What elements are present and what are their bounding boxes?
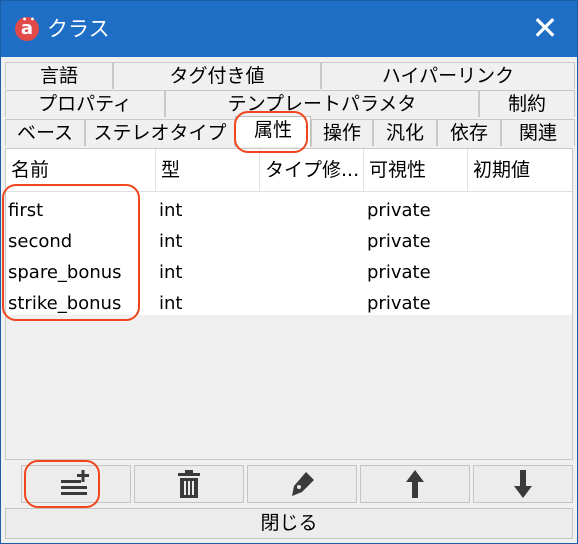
tab-template-parameters[interactable]: テンプレートパラメタ: [165, 90, 479, 117]
column-header-type-modifier[interactable]: タイプ修...: [260, 149, 364, 191]
attribute-type: int: [159, 262, 183, 283]
tab-language[interactable]: 言語: [5, 62, 113, 89]
arrow-up-icon: [406, 470, 424, 498]
window-title: クラス: [47, 17, 110, 41]
tab-properties[interactable]: プロパティ: [5, 90, 165, 117]
tab-stereotype[interactable]: ステレオタイプ: [85, 119, 235, 146]
table-row[interactable]: second int private: [6, 226, 572, 257]
class-dialog: • • a クラス ✕ 言語 タグ付き値 ハイパーリンク プロパティ テンプレート…: [0, 0, 578, 544]
table-row[interactable]: first int private: [6, 195, 572, 226]
attribute-visibility: private: [367, 231, 431, 252]
column-header-type[interactable]: 型: [156, 149, 260, 191]
attribute-toolbar: [5, 465, 573, 505]
tab-attributes[interactable]: 属性: [235, 116, 311, 147]
move-down-button[interactable]: [473, 465, 573, 503]
tab-generalization[interactable]: 汎化: [373, 119, 437, 146]
tab-row-2: プロパティ テンプレートパラメタ 制約: [5, 90, 575, 118]
tab-row-1: 言語 タグ付き値 ハイパーリンク: [5, 62, 575, 90]
attribute-visibility: private: [367, 200, 431, 221]
attribute-name: first: [8, 200, 44, 221]
title-bar[interactable]: • • a クラス ✕: [1, 1, 577, 57]
tab-constraints[interactable]: 制約: [479, 90, 575, 117]
attribute-name: second: [8, 231, 73, 252]
arrow-down-icon: [514, 470, 532, 498]
column-header-initial-value[interactable]: 初期値: [468, 149, 572, 191]
tab-strip: 言語 タグ付き値 ハイパーリンク プロパティ テンプレートパラメタ 制約 ベース…: [5, 62, 575, 148]
app-icon: • • a: [15, 16, 39, 41]
attribute-type: int: [159, 200, 183, 221]
tab-dependency[interactable]: 依存: [437, 119, 501, 146]
add-icon: [61, 470, 89, 495]
empty-list-area: [6, 315, 572, 459]
trash-icon: [178, 470, 200, 498]
edit-attribute-button[interactable]: [247, 465, 357, 503]
tab-operations[interactable]: 操作: [311, 119, 373, 146]
table-row[interactable]: spare_bonus int private: [6, 257, 572, 288]
attribute-type: int: [159, 231, 183, 252]
column-header-visibility[interactable]: 可視性: [364, 149, 468, 191]
delete-attribute-button[interactable]: [134, 465, 244, 503]
add-attribute-button[interactable]: [21, 465, 131, 503]
tab-base[interactable]: ベース: [5, 119, 85, 146]
tab-hyperlink[interactable]: ハイパーリンク: [321, 62, 575, 89]
pen-icon: [292, 472, 314, 496]
tab-row-3: ベース ステレオタイプ 属性 操作 汎化 依存 関連: [5, 116, 575, 147]
close-icon[interactable]: ✕: [513, 1, 577, 57]
move-up-button[interactable]: [360, 465, 470, 503]
close-button[interactable]: 閉じる: [5, 508, 573, 539]
attributes-table: 名前 型 タイプ修... 可視性 初期値 first int private s…: [5, 148, 573, 460]
tab-association[interactable]: 関連: [501, 119, 575, 146]
tab-tagged-values[interactable]: タグ付き値: [113, 62, 321, 89]
table-header: 名前 型 タイプ修... 可視性 初期値: [6, 149, 572, 192]
attribute-visibility: private: [367, 262, 431, 283]
column-header-name[interactable]: 名前: [6, 149, 156, 191]
attribute-name: spare_bonus: [8, 262, 122, 283]
